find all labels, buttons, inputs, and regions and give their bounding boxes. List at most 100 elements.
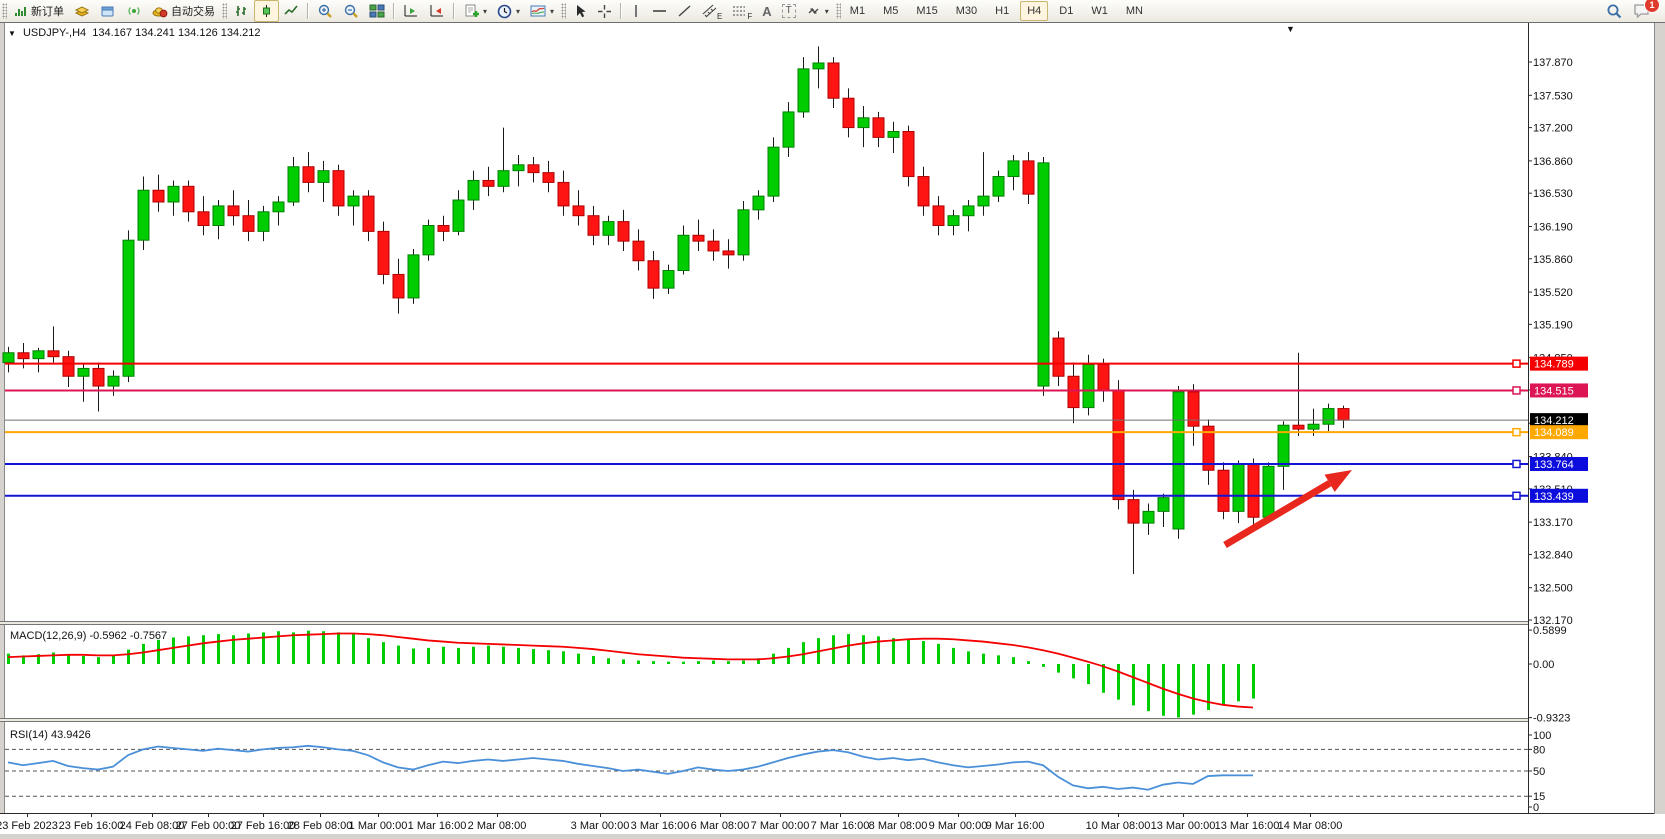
open-value: 134.167 [92,27,132,39]
timeframe-button-h1[interactable]: H1 [988,1,1016,21]
time-tick-label: 2 Mar 08:00 [468,820,527,832]
timeframe-button-m5[interactable]: M5 [876,1,905,21]
bear-candle [198,212,209,226]
auto-scroll-icon [403,4,419,18]
time-tick-label: 7 Mar 00:00 [751,820,810,832]
bear-candle [918,177,929,206]
time-tick-label: 23 Feb 2023 [0,820,58,832]
collapse-triangle-icon[interactable]: ▼ [8,29,16,38]
periods-button[interactable]: ▾ [492,0,525,22]
macd-signal-value: -0.7567 [130,630,167,642]
timeframe-button-m30[interactable]: M30 [949,1,984,21]
timeframe-button-mn[interactable]: MN [1119,1,1150,21]
timeframe-group: M1M5M15M30H1H4D1W1MN [843,1,1150,21]
timeframe-button-m1[interactable]: M1 [843,1,872,21]
bull-candle [978,196,989,206]
bear-candle [228,206,239,216]
price-tick-label: 137.200 [1533,123,1573,135]
chevron-down-icon: ▾ [550,7,554,16]
add-indicator-icon [463,4,479,19]
rsi-tick-label: 80 [1533,744,1545,756]
data-window-button[interactable] [95,0,121,22]
zoom-out-button[interactable] [338,0,364,22]
arrows-tool-button[interactable]: ▾ [801,0,834,22]
add-indicator-button[interactable]: ▾ [458,0,492,22]
market-watch-button[interactable] [69,0,95,22]
toolbar-grip [836,3,841,19]
trading-platform-window: 新订单 自动交易 [0,0,1665,839]
text-label-tool-button[interactable]: T [777,0,801,22]
trendline-tool-button[interactable] [672,0,697,22]
toolbar-separator [453,3,455,19]
bull-candle [33,351,44,359]
bull-candle [1008,161,1019,177]
time-tick-label: 3 Mar 00:00 [571,820,630,832]
bear-candle [153,190,164,202]
bear-candle [648,261,659,288]
price-line-label: 134.089 [1534,427,1574,439]
price-tick-label: 137.530 [1533,90,1573,102]
time-tick-label: 1 Mar 16:00 [408,820,467,832]
cursor-tool-button[interactable] [568,0,592,22]
auto-trading-button[interactable]: 自动交易 [147,0,220,22]
signal-button[interactable] [121,0,147,22]
time-tick-label: 14 Mar 08:00 [1278,820,1343,832]
bear-candle [873,118,884,138]
toolbar-separator [620,3,622,19]
chart-corner-marker-icon[interactable]: ▼ [1286,24,1295,34]
bottom-window-edge [0,834,1665,839]
text-tool-button[interactable]: A [757,0,776,22]
price-line-anchor[interactable] [1513,492,1520,499]
auto-scroll-button[interactable] [398,0,424,22]
vertical-line-tool-button[interactable] [625,0,647,22]
bar-chart-type-button[interactable] [229,0,254,22]
price-line-anchor[interactable] [1513,387,1520,394]
new-order-button[interactable]: 新订单 [9,0,69,22]
price-line-anchor[interactable] [1513,429,1520,436]
right-window-edge [1654,22,1665,839]
bear-candle [828,63,839,98]
chevron-down-icon: ▾ [483,7,487,16]
line-chart-type-button[interactable] [279,0,304,22]
price-tick-label: 132.500 [1533,583,1573,595]
chat-button[interactable]: 1 [1633,3,1651,19]
templates-button[interactable]: ▾ [525,0,559,22]
bull-candle [858,118,869,128]
rsi-value: 43.9426 [51,729,91,741]
bear-candle [1293,425,1304,429]
notification-badge: 1 [1644,0,1660,13]
timeframe-button-d1[interactable]: D1 [1052,1,1080,21]
bear-candle [333,171,344,206]
bull-candle [783,112,794,147]
bull-candle [1233,464,1244,511]
bull-candle [813,63,824,69]
time-tick-label: 13 Mar 00:00 [1151,820,1216,832]
equidistant-channel-tool-button[interactable]: E [697,0,727,22]
tile-windows-button[interactable] [364,0,390,22]
bull-candle [1158,498,1169,512]
zoom-in-button[interactable] [312,0,338,22]
fibonacci-tool-button[interactable]: F [727,0,757,22]
timeframe-button-m15[interactable]: M15 [909,1,944,21]
zoom-out-icon [343,4,359,19]
crosshair-tool-button[interactable] [592,0,617,22]
timeframe-button-h4[interactable]: H4 [1020,1,1048,21]
auto-trading-label: 自动交易 [171,3,215,19]
chart-shift-button[interactable] [424,0,450,22]
search-icon[interactable] [1606,3,1623,20]
bear-candle [618,222,629,242]
toolbar-separator [307,3,309,19]
price-line-anchor[interactable] [1513,460,1520,467]
time-tick-label: 23 Feb 16:00 [59,820,124,832]
template-icon [530,4,546,18]
timeframe-button-w1[interactable]: W1 [1084,1,1115,21]
macd-name: MACD [10,630,42,642]
horizontal-line-tool-button[interactable] [647,0,672,22]
bear-candle [843,98,854,127]
bear-candle [243,216,254,232]
price-line-anchor[interactable] [1513,360,1520,367]
candlestick-chart-type-button[interactable] [254,0,279,22]
chevron-down-icon: ▾ [516,7,520,16]
trendline-icon [677,4,692,18]
tile-windows-icon [369,4,385,18]
